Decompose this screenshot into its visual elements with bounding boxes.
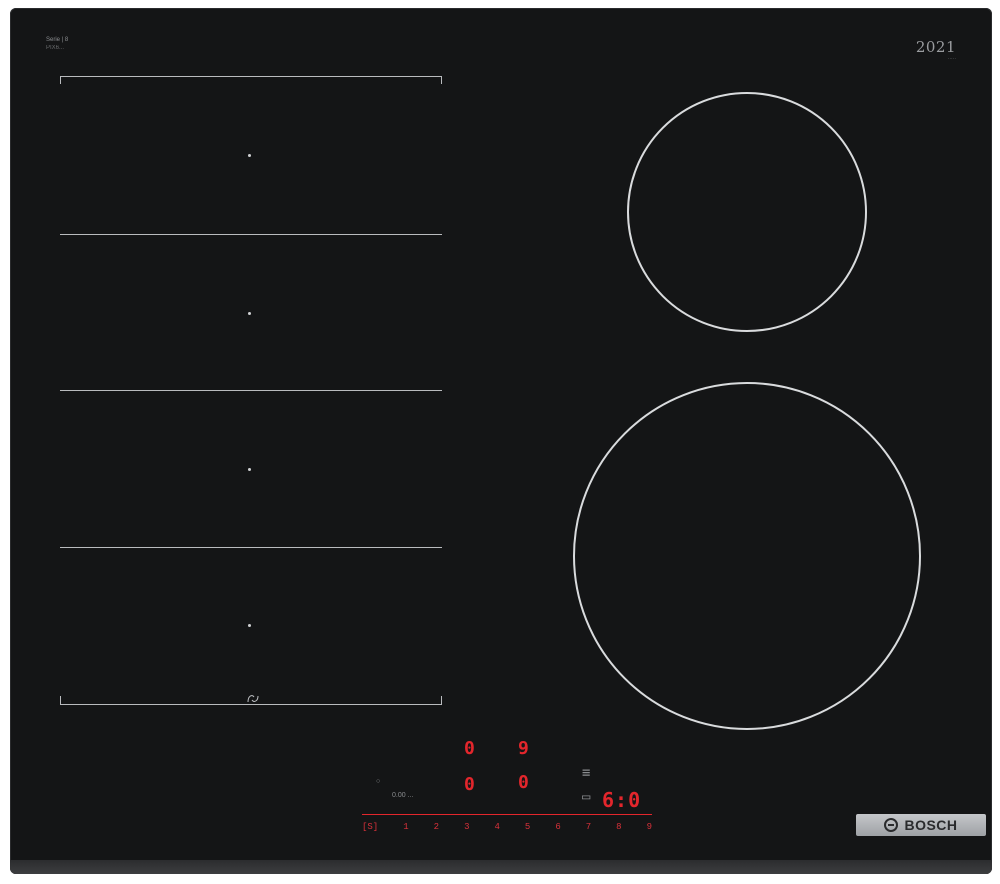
zone-indicator-flex-bottom[interactable]: 0 xyxy=(464,776,475,794)
flex-center-dot xyxy=(248,468,251,471)
award-mark-text: 2021 xyxy=(915,38,956,56)
slider-step[interactable]: 2 xyxy=(434,822,439,832)
mode-readout: 0.00 ... xyxy=(392,792,414,799)
zone-indicator-front[interactable]: 0 xyxy=(518,774,529,792)
flex-corner-tick xyxy=(60,76,61,84)
model-line: Serie | 8 xyxy=(46,37,69,43)
slider-step[interactable]: 9 xyxy=(647,822,652,832)
award-mark-sub: ····· xyxy=(947,56,956,62)
flex-link-icon xyxy=(247,695,259,703)
timer-icon[interactable]: ≡ xyxy=(582,766,590,780)
slider-step[interactable]: 1 xyxy=(403,822,408,832)
flex-center-dot xyxy=(248,312,251,315)
flex-center-dot xyxy=(248,154,251,157)
flex-divider xyxy=(60,390,442,391)
award-mark: 2021 ····· xyxy=(916,38,956,62)
rear-right-zone[interactable] xyxy=(627,92,867,332)
model-label: Serie | 8 PIX6... xyxy=(46,36,68,52)
flex-divider-top xyxy=(60,76,442,77)
flex-center-dot xyxy=(248,624,251,627)
slider-step[interactable]: 3 xyxy=(464,822,469,832)
zone-indicator-flex-top[interactable]: 0 xyxy=(464,740,475,758)
lock-icon[interactable]: ▭ xyxy=(582,790,590,804)
brand-badge: BOSCH xyxy=(856,814,986,836)
slider-step[interactable]: 7 xyxy=(586,822,591,832)
slider-step[interactable]: 8 xyxy=(616,822,621,832)
model-sub: PIX6... xyxy=(46,45,65,51)
bosch-logo-icon xyxy=(884,818,899,832)
power-icon[interactable]: ○ xyxy=(376,778,380,785)
power-slider-scale[interactable]: [S] 1 2 3 4 5 6 7 8 9 xyxy=(362,822,652,832)
flex-divider-bottom xyxy=(60,704,442,705)
slider-step[interactable]: 6 xyxy=(555,822,560,832)
flex-divider xyxy=(60,234,442,235)
slider-step[interactable]: 4 xyxy=(494,822,499,832)
timer-display: 6:0 xyxy=(602,788,642,812)
flex-corner-tick xyxy=(441,696,442,704)
slider-step[interactable]: [S] xyxy=(362,822,378,832)
touch-control-panel[interactable]: 0 9 0 0 ○ 0.00 ... ≡ ▭ 6:0 [S] 1 2 3 4 5… xyxy=(340,728,670,846)
hob-frame-edge xyxy=(10,860,992,874)
zone-indicator-rear[interactable]: 9 xyxy=(518,740,529,758)
flex-corner-tick xyxy=(60,696,61,704)
brand-name: BOSCH xyxy=(904,817,958,833)
induction-hob: Serie | 8 PIX6... 2021 ····· 0 9 0 0 ○ 0 xyxy=(10,8,992,874)
front-right-zone[interactable] xyxy=(573,382,921,730)
flex-corner-tick xyxy=(441,76,442,84)
slider-step[interactable]: 5 xyxy=(525,822,530,832)
power-slider-track[interactable] xyxy=(362,814,652,815)
flex-divider xyxy=(60,547,442,548)
